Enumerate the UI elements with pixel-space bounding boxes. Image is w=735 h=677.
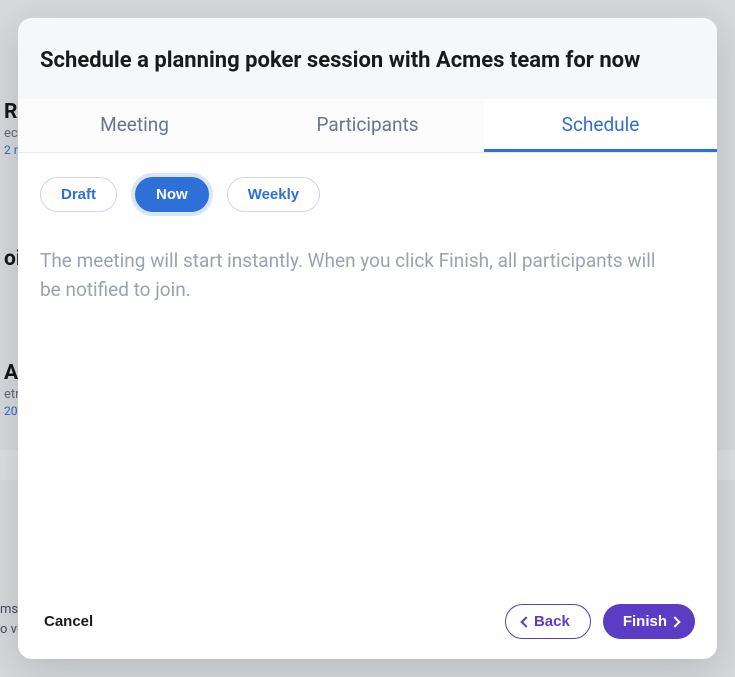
option-draft[interactable]: Draft [40,177,117,212]
schedule-option-row: Draft Now Weekly [40,177,695,212]
finish-button[interactable]: Finish [603,604,695,639]
tab-participants[interactable]: Participants [251,99,484,152]
modal-title: Schedule a planning poker session with A… [40,48,695,73]
cancel-button[interactable]: Cancel [40,605,97,638]
option-weekly[interactable]: Weekly [227,177,320,212]
chevron-left-icon [520,616,531,627]
option-now[interactable]: Now [135,177,209,212]
modal-content: Draft Now Weekly The meeting will start … [18,153,717,590]
chevron-right-icon [669,616,680,627]
schedule-description: The meeting will start instantly. When y… [40,246,680,305]
back-button-label: Back [534,613,570,630]
tab-meeting[interactable]: Meeting [18,99,251,152]
tab-schedule[interactable]: Schedule [484,99,717,152]
finish-button-label: Finish [623,613,667,630]
modal-header: Schedule a planning poker session with A… [18,18,717,99]
modal-footer: Cancel Back Finish [18,590,717,659]
modal-tabs: Meeting Participants Schedule [18,99,717,153]
back-button[interactable]: Back [505,604,591,639]
schedule-modal: Schedule a planning poker session with A… [18,18,717,659]
